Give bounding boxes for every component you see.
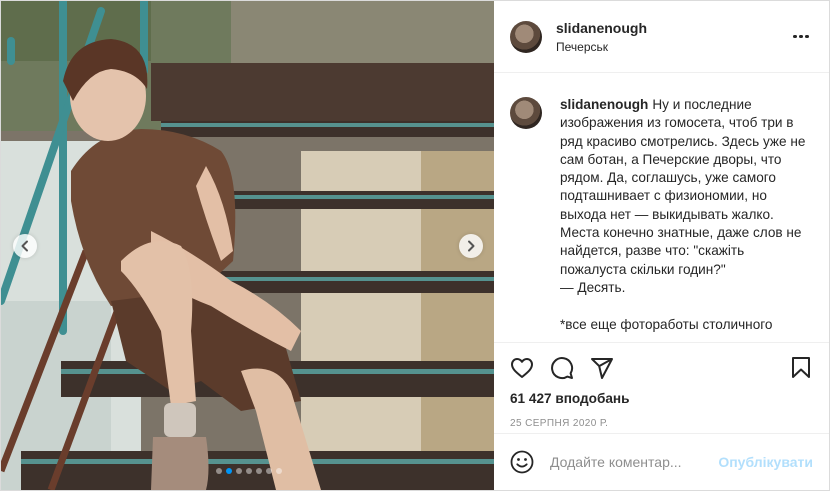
action-bar bbox=[510, 347, 813, 389]
post-details: slidanenough Печерськ slidanenough Ну и п… bbox=[494, 1, 829, 490]
comment-button[interactable] bbox=[550, 356, 574, 380]
author-info: slidanenough Печерськ bbox=[556, 20, 647, 54]
carousel-dot bbox=[276, 468, 282, 474]
paper-plane-icon bbox=[591, 358, 613, 379]
comment-input[interactable] bbox=[550, 454, 710, 470]
carousel-indicator bbox=[1, 468, 494, 474]
username-link[interactable]: slidanenough bbox=[556, 20, 647, 36]
more-horizontal-icon bbox=[793, 34, 797, 39]
smiley-icon[interactable] bbox=[510, 450, 534, 474]
caption: slidanenough Ну и последние изображения и… bbox=[560, 96, 806, 342]
carousel-dot bbox=[216, 468, 222, 474]
comment-bubble-icon bbox=[551, 357, 574, 380]
heart-icon bbox=[511, 358, 533, 378]
caption-avatar[interactable] bbox=[510, 97, 542, 129]
add-comment-bar: Опублікувати bbox=[494, 433, 829, 490]
carousel-next-button[interactable] bbox=[459, 234, 483, 258]
location-link[interactable]: Печерськ bbox=[556, 40, 647, 54]
more-dot bbox=[805, 34, 809, 39]
carousel-dot bbox=[256, 468, 262, 474]
photo-illustration bbox=[1, 1, 494, 490]
carousel-prev-button[interactable] bbox=[13, 234, 37, 258]
carousel-dot bbox=[246, 468, 252, 474]
carousel-dot bbox=[266, 468, 272, 474]
save-button[interactable] bbox=[789, 356, 813, 380]
actions-section: 61 427 вподобань 25 серпня 2020 р. bbox=[494, 342, 829, 432]
post-photo[interactable] bbox=[1, 1, 494, 490]
post-card: slidanenough Печерськ slidanenough Ну и п… bbox=[0, 0, 830, 491]
post-date[interactable]: 25 серпня 2020 р. bbox=[510, 418, 813, 432]
caption-username-link[interactable]: slidanenough bbox=[560, 97, 648, 112]
caption-text: Ну и последние изображения из гомосета, … bbox=[560, 97, 806, 332]
comments-section[interactable]: slidanenough Ну и последние изображения и… bbox=[494, 73, 829, 342]
scroll-fade bbox=[494, 336, 829, 342]
like-button[interactable] bbox=[510, 356, 534, 380]
chevron-right-icon bbox=[468, 240, 475, 252]
share-button[interactable] bbox=[590, 356, 614, 380]
chevron-left-icon bbox=[21, 240, 28, 252]
post-header: slidanenough Печерськ bbox=[494, 1, 829, 73]
avatar[interactable] bbox=[510, 20, 542, 53]
carousel-dot bbox=[236, 468, 242, 474]
more-dot bbox=[799, 34, 803, 39]
more-options-button[interactable] bbox=[789, 25, 813, 49]
likes-count[interactable]: 61 427 вподобань bbox=[510, 391, 813, 409]
carousel-dot bbox=[226, 468, 232, 474]
bookmark-icon bbox=[792, 357, 810, 378]
publish-button[interactable]: Опублікувати bbox=[718, 454, 813, 470]
